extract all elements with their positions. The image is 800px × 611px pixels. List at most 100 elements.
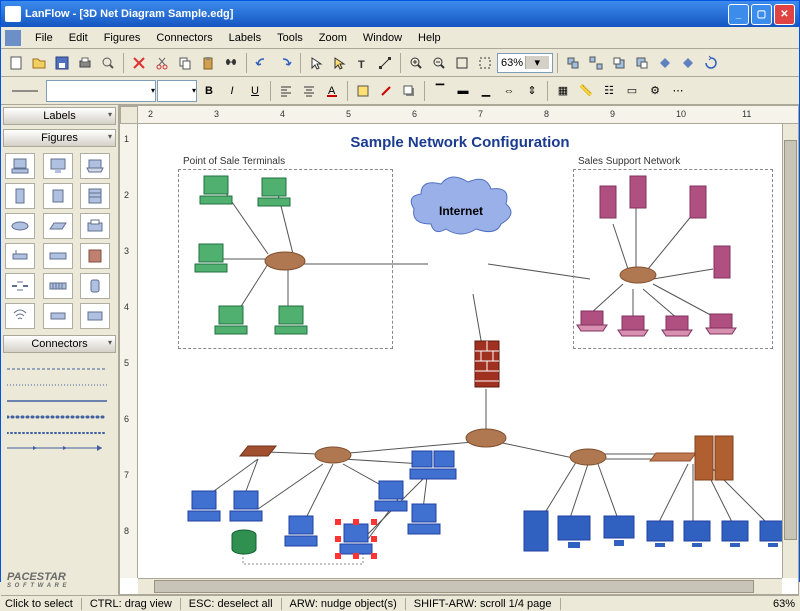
text-tool[interactable]: T xyxy=(351,52,373,74)
rack-server[interactable] xyxy=(693,434,737,482)
undo-button[interactable] xyxy=(251,52,273,74)
monitor-5[interactable] xyxy=(718,519,752,549)
workstation-2[interactable] xyxy=(228,489,264,523)
text-color-button[interactable]: A xyxy=(321,80,343,102)
stencil-pc[interactable] xyxy=(5,153,35,179)
stencil-rack[interactable] xyxy=(80,183,110,209)
sales-laptop-3[interactable] xyxy=(660,314,694,338)
sales-router[interactable] xyxy=(618,264,658,286)
figures-panel-head[interactable]: Figures▾ xyxy=(3,129,116,147)
stencil-monitor[interactable] xyxy=(43,153,73,179)
resize-handle-w[interactable] xyxy=(335,536,341,542)
close-button[interactable]: ✕ xyxy=(774,4,795,25)
size-combo[interactable]: ▾ xyxy=(157,80,197,102)
flip-h-button[interactable] xyxy=(654,52,676,74)
chevron-down-icon[interactable]: ▾ xyxy=(108,132,112,141)
stencil-server[interactable] xyxy=(5,183,35,209)
connectors-panel-head[interactable]: Connectors▾ xyxy=(3,335,116,353)
minimize-button[interactable]: _ xyxy=(728,4,749,25)
pos-terminal-2[interactable] xyxy=(256,176,292,208)
chevron-down-icon[interactable]: ▾ xyxy=(108,110,112,119)
shadow-button[interactable] xyxy=(398,80,420,102)
resize-handle-s[interactable] xyxy=(353,553,359,559)
rotate-button[interactable] xyxy=(700,52,722,74)
menu-tools[interactable]: Tools xyxy=(269,30,311,46)
workstation-5[interactable] xyxy=(406,502,442,536)
align-middle-button[interactable]: ▬ xyxy=(452,80,474,102)
menu-edit[interactable]: Edit xyxy=(61,30,96,46)
italic-button[interactable]: I xyxy=(221,80,243,102)
switch-left[interactable] xyxy=(238,442,278,460)
maximize-button[interactable]: ▢ xyxy=(751,4,772,25)
connector-solid[interactable] xyxy=(7,395,112,407)
stencil-firewall[interactable] xyxy=(80,243,110,269)
chevron-down-icon[interactable]: ▾ xyxy=(525,56,550,69)
app-menu-icon[interactable] xyxy=(5,30,21,46)
monitor-2[interactable] xyxy=(600,514,638,548)
font-combo[interactable]: ▾ xyxy=(46,80,156,102)
workstation-selected[interactable] xyxy=(338,522,374,556)
firewall[interactable] xyxy=(473,339,501,389)
pos-router[interactable] xyxy=(263,249,307,273)
zoom-in-button[interactable] xyxy=(405,52,427,74)
router-right[interactable] xyxy=(568,446,608,468)
pos-terminal-3[interactable] xyxy=(193,242,229,274)
preview-button[interactable] xyxy=(97,52,119,74)
select-tool[interactable] xyxy=(328,52,350,74)
stencil-box1[interactable] xyxy=(43,303,73,329)
stencil-box2[interactable] xyxy=(80,303,110,329)
stencil-bridge[interactable] xyxy=(5,273,35,299)
monitor-3[interactable] xyxy=(643,519,677,549)
connector-dotted[interactable] xyxy=(7,379,112,391)
database[interactable] xyxy=(230,529,258,557)
pointer-tool[interactable] xyxy=(305,52,327,74)
align-center-button[interactable] xyxy=(298,80,320,102)
connector-arrow[interactable] xyxy=(7,443,112,455)
fill-button[interactable] xyxy=(352,80,374,102)
find-button[interactable] xyxy=(220,52,242,74)
align-top-button[interactable]: ▔ xyxy=(429,80,451,102)
zoom-region-button[interactable] xyxy=(474,52,496,74)
connector-dots-small[interactable] xyxy=(7,427,112,439)
connector-tool[interactable] xyxy=(374,52,396,74)
flip-v-button[interactable] xyxy=(677,52,699,74)
tower-1[interactable] xyxy=(520,509,552,553)
sales-server-4[interactable] xyxy=(710,244,734,280)
stencil-phone[interactable] xyxy=(80,273,110,299)
pos-terminal-1[interactable] xyxy=(198,174,234,206)
resize-handle-ne[interactable] xyxy=(371,519,377,525)
stencil-tower[interactable] xyxy=(43,183,73,209)
workstation-pair[interactable] xyxy=(408,449,458,483)
scroll-thumb-v[interactable] xyxy=(784,140,797,540)
monitor-4[interactable] xyxy=(680,519,714,549)
workstation-4[interactable] xyxy=(373,479,409,513)
cloud-internet[interactable]: Internet xyxy=(406,174,516,239)
resize-handle-se[interactable] xyxy=(371,553,377,559)
resize-handle-nw[interactable] xyxy=(335,519,341,525)
menu-zoom[interactable]: Zoom xyxy=(311,30,355,46)
align-left-button[interactable] xyxy=(275,80,297,102)
stencil-hub[interactable] xyxy=(43,213,73,239)
menu-help[interactable]: Help xyxy=(410,30,449,46)
stencil-wireless[interactable] xyxy=(5,303,35,329)
sales-server-3[interactable] xyxy=(686,184,710,220)
stencil-modem[interactable] xyxy=(5,243,35,269)
sales-laptop-4[interactable] xyxy=(704,312,738,336)
line-style-combo[interactable] xyxy=(5,80,45,102)
pos-terminal-5[interactable] xyxy=(273,304,309,336)
more-button[interactable]: ⋯ xyxy=(667,80,689,102)
menu-labels[interactable]: Labels xyxy=(221,30,269,46)
resize-handle-e[interactable] xyxy=(371,536,377,542)
underline-button[interactable]: U xyxy=(244,80,266,102)
stencil-switch[interactable] xyxy=(43,243,73,269)
arrange-button[interactable]: ▭ xyxy=(621,80,643,102)
sales-server-1[interactable] xyxy=(596,184,620,220)
menu-file[interactable]: File xyxy=(27,30,61,46)
connector-dots-large[interactable] xyxy=(7,411,112,423)
scrollbar-horizontal[interactable] xyxy=(138,578,782,594)
cut-button[interactable] xyxy=(151,52,173,74)
save-button[interactable] xyxy=(51,52,73,74)
paste-button[interactable] xyxy=(197,52,219,74)
bold-button[interactable]: B xyxy=(198,80,220,102)
menu-connectors[interactable]: Connectors xyxy=(148,30,220,46)
